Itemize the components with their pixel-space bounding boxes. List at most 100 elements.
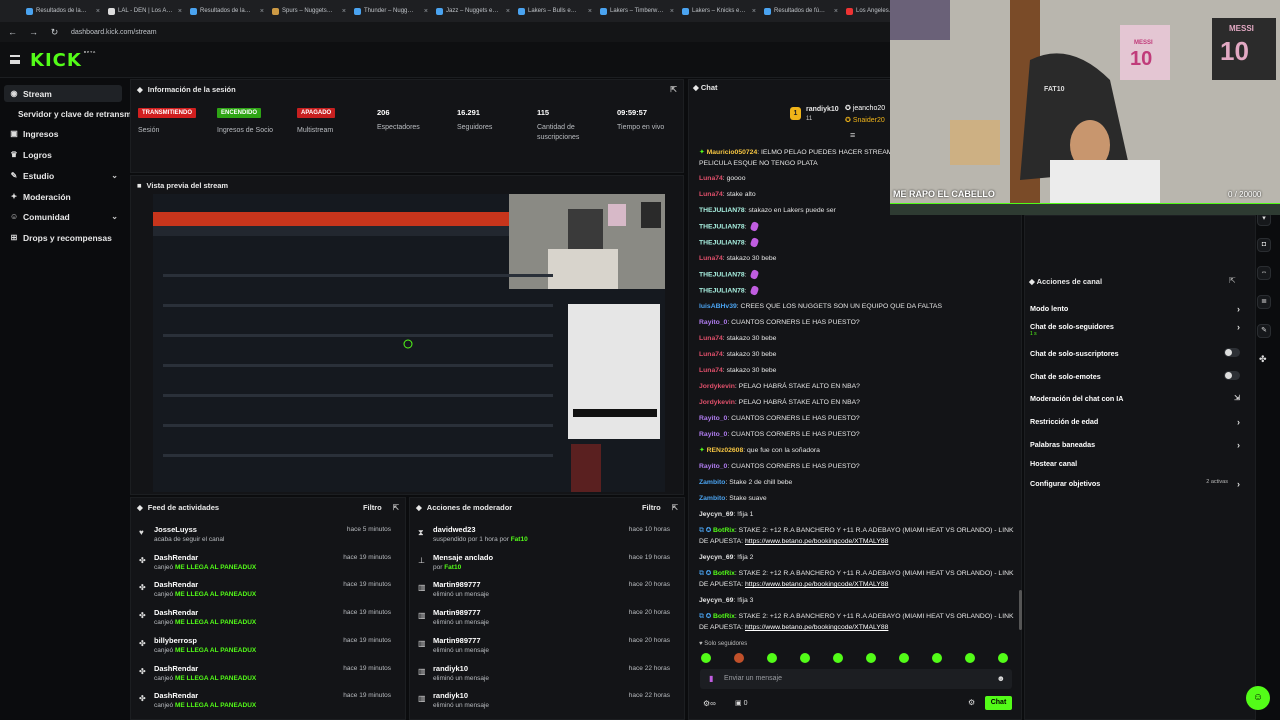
external-link-icon[interactable]: ⇱ bbox=[672, 503, 678, 512]
emote-icon[interactable] bbox=[701, 653, 711, 663]
emote-icon[interactable] bbox=[767, 653, 777, 663]
close-icon[interactable]: × bbox=[424, 8, 428, 15]
chat-username[interactable]: Luna74 bbox=[699, 335, 723, 342]
list-item[interactable]: ✤ DashRendar canjeó ME LLEGA AL PANEADUX ha… bbox=[131, 605, 401, 633]
kick-logo[interactable]: KICK BETA bbox=[30, 50, 96, 71]
chat-username[interactable]: Mauricio050724 bbox=[707, 149, 758, 156]
sidebar-item-server-key[interactable]: Servidor y clave de retransmisión bbox=[12, 105, 132, 122]
close-icon[interactable]: × bbox=[178, 8, 182, 15]
sidebar-item-achievements[interactable]: ♛ Logros bbox=[4, 146, 122, 163]
emote-icon[interactable] bbox=[866, 653, 876, 663]
sidebar-item-drops[interactable]: ⊞ Drops y recompensas bbox=[4, 229, 122, 246]
chat-username[interactable]: THEJULIAN78 bbox=[699, 287, 745, 294]
gifter-1[interactable]: ✪ jeancho20 bbox=[845, 104, 885, 112]
close-icon[interactable]: × bbox=[752, 8, 756, 15]
chat-username[interactable]: BotRix bbox=[713, 613, 735, 620]
item-name[interactable]: DashRendar bbox=[154, 580, 198, 589]
close-icon[interactable]: × bbox=[834, 8, 838, 15]
chat-input[interactable]: ▮ Enviar un mensaje ☻ bbox=[700, 669, 1012, 689]
item-name[interactable]: randiyk10 bbox=[433, 691, 468, 700]
rail-link-icon[interactable]: ⇔ bbox=[1257, 266, 1271, 280]
browser-tab[interactable]: Spurs – Nuggets… × bbox=[268, 2, 350, 20]
list-item[interactable]: ⧗ davidwed23 suspendido por 1 hora por Fat… bbox=[410, 522, 680, 550]
list-item[interactable]: ⊥ Mensaje anclado por Fat10 hace 19 horas bbox=[410, 550, 680, 578]
channel-action-row[interactable]: Chat de solo-suscriptores bbox=[1030, 348, 1240, 358]
chat-username[interactable]: THEJULIAN78 bbox=[699, 207, 745, 214]
close-icon[interactable]: × bbox=[96, 8, 100, 15]
list-item[interactable]: ▥ randiyk10 eliminó un mensaje hace 22 hora… bbox=[410, 661, 680, 689]
close-icon[interactable]: × bbox=[670, 8, 674, 15]
emoji-icon[interactable]: ☻ bbox=[997, 674, 1005, 683]
item-name[interactable]: billyberrosp bbox=[154, 636, 197, 645]
sidebar-item-moderation[interactable]: ✦ Moderación bbox=[4, 188, 122, 205]
rail-chat-icon[interactable]: ◘ bbox=[1257, 238, 1271, 252]
sidebar-item-income[interactable]: ▣ Ingresos bbox=[4, 125, 122, 142]
item-name[interactable]: DashRendar bbox=[154, 608, 198, 617]
emote-icon[interactable] bbox=[899, 653, 909, 663]
emote-icon[interactable] bbox=[734, 653, 744, 663]
chat-username[interactable]: Rayito_0 bbox=[699, 415, 727, 422]
external-link-icon[interactable]: ⇱ bbox=[1229, 276, 1236, 285]
filter-button[interactable]: Filtro bbox=[642, 503, 661, 512]
browser-tab[interactable]: Lakers – Knicks e… × bbox=[678, 2, 760, 20]
channel-action-row[interactable]: Moderación del chat con IA ⇲ bbox=[1030, 394, 1240, 403]
browser-tab[interactable]: Resultados de fú… × bbox=[760, 2, 842, 20]
chat-username[interactable]: THEJULIAN78 bbox=[699, 223, 745, 230]
chat-username[interactable]: BotRix bbox=[713, 570, 735, 577]
sidebar-item-stream[interactable]: ◉ Stream bbox=[4, 85, 122, 102]
chat-username[interactable]: Zambito bbox=[699, 495, 725, 502]
list-item[interactable]: ♥ JosseLuyss acaba de seguir el canal hace … bbox=[131, 522, 401, 550]
item-name[interactable]: randiyk10 bbox=[433, 664, 468, 673]
emote-icon[interactable] bbox=[998, 653, 1008, 663]
rail-puzzle-icon[interactable]: ✤ bbox=[1259, 354, 1267, 365]
chat-username[interactable]: Luna74 bbox=[699, 367, 723, 374]
item-name[interactable]: DashRendar bbox=[154, 664, 198, 673]
filter-icon[interactable]: ≡ bbox=[850, 130, 855, 140]
external-link-icon[interactable]: ⇱ bbox=[393, 503, 399, 512]
rail-list-icon[interactable]: ≣ bbox=[1257, 295, 1271, 309]
filter-button[interactable]: Filtro bbox=[363, 503, 382, 512]
forward-icon[interactable]: → bbox=[29, 27, 38, 37]
toggle-switch[interactable] bbox=[1224, 371, 1240, 380]
settings-icon[interactable]: ⚙∞ bbox=[703, 699, 716, 708]
chat-username[interactable]: luisABHv39 bbox=[699, 303, 737, 310]
chat-username[interactable]: Jeycyn_69 bbox=[699, 597, 733, 604]
emote-icon[interactable] bbox=[800, 653, 810, 663]
list-item[interactable]: ✤ DashRendar canjeó ME LLEGA AL PANEADUX ha… bbox=[131, 550, 401, 578]
list-item[interactable]: ▥ Martin989777 eliminó un mensaje hace 20 h… bbox=[410, 633, 680, 661]
browser-tab[interactable]: Jazz – Nuggets e… × bbox=[432, 2, 514, 20]
sidebar-item-studio[interactable]: ✎ Estudio ⌄ bbox=[4, 167, 122, 184]
chat-send-button[interactable]: Chat bbox=[985, 696, 1012, 710]
list-item[interactable]: ✤ DashRendar canjeó ME LLEGA AL PANEADUX ha… bbox=[131, 577, 401, 605]
chat-username[interactable]: Luna74 bbox=[699, 351, 723, 358]
chat-link[interactable]: https://www.betano.pe/bookingcode/XTMALY… bbox=[745, 538, 888, 545]
item-name[interactable]: Martin989777 bbox=[433, 608, 481, 617]
item-name[interactable]: Mensaje anclado bbox=[433, 553, 493, 562]
gear-icon[interactable]: ⚙ bbox=[968, 698, 975, 707]
channel-action-row[interactable]: Hostear canal bbox=[1030, 459, 1240, 468]
list-item[interactable]: ✤ billyberrosp canjeó ME LLEGA AL PANEADUX… bbox=[131, 633, 401, 661]
back-icon[interactable]: ← bbox=[8, 27, 17, 37]
menu-icon[interactable] bbox=[10, 55, 20, 64]
list-item[interactable]: ✤ DashRendar canjeó ME LLEGA AL PANEADUX ha… bbox=[131, 688, 401, 716]
rail-wrench-icon[interactable]: ✎ bbox=[1257, 324, 1271, 338]
list-item[interactable]: ✤ DashRendar canjeó ME LLEGA AL PANEADUX ha… bbox=[131, 661, 401, 689]
url-text[interactable]: dashboard.kick.com/stream bbox=[71, 29, 157, 36]
item-name[interactable]: Martin989777 bbox=[433, 636, 481, 645]
channel-action-row[interactable]: Configurar objetivos 2 activas › bbox=[1030, 479, 1240, 489]
channel-action-row[interactable]: Restricción de edad › bbox=[1030, 417, 1240, 427]
browser-tab[interactable]: Thunder – Nugg… × bbox=[350, 2, 432, 20]
chat-username[interactable]: Jeycyn_69 bbox=[699, 554, 733, 561]
sidebar-item-community[interactable]: ☺ Comunidad ⌄ bbox=[4, 208, 122, 225]
reload-icon[interactable]: ↻ bbox=[50, 27, 59, 38]
toggle-switch[interactable] bbox=[1224, 348, 1240, 357]
chat-username[interactable]: Luna74 bbox=[699, 255, 723, 262]
chat-username[interactable]: Jordykevin bbox=[699, 383, 735, 390]
chat-username[interactable]: THEJULIAN78 bbox=[699, 239, 745, 246]
emote-icon[interactable] bbox=[932, 653, 942, 663]
browser-tab[interactable]: LAL - DEN | Los A… × bbox=[104, 2, 186, 20]
close-icon[interactable]: × bbox=[506, 8, 510, 15]
chat-username[interactable]: Luna74 bbox=[699, 191, 723, 198]
item-name[interactable]: Martin989777 bbox=[433, 580, 481, 589]
close-icon[interactable]: × bbox=[342, 8, 346, 15]
